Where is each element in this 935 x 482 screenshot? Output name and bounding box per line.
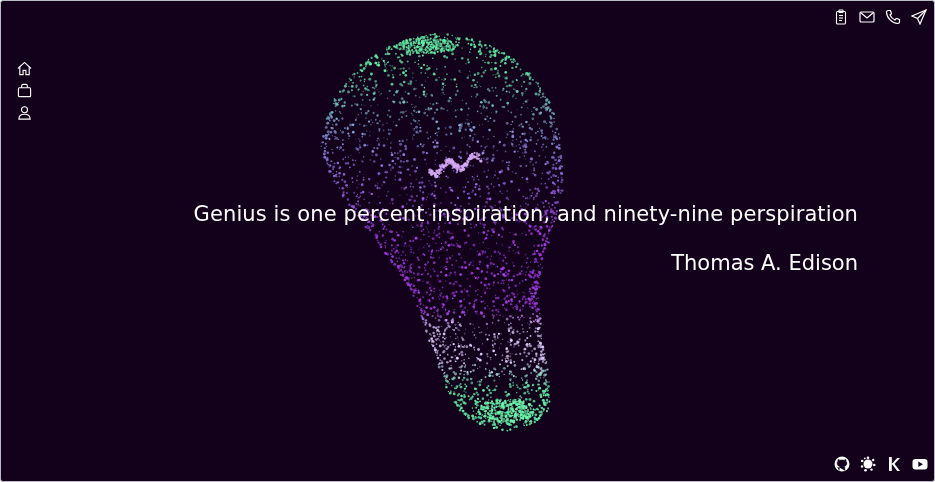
bag-icon (17, 83, 32, 98)
kaggle-icon (886, 456, 902, 472)
page: Genius is one percent inspiration, and n… (0, 0, 935, 482)
youtube-link[interactable] (912, 456, 928, 472)
github-link[interactable] (834, 456, 850, 472)
youtube-icon (912, 456, 928, 472)
kaggle-link[interactable] (886, 456, 902, 472)
quote: Genius is one percent inspiration, and n… (61, 25, 934, 278)
home-nav-item[interactable] (17, 61, 61, 76)
portfolio-nav-item[interactable] (17, 83, 61, 98)
phone-link[interactable] (885, 9, 901, 25)
clipboard-icon (833, 9, 849, 25)
social-bar (1, 455, 934, 481)
about-nav-item[interactable] (17, 105, 61, 120)
quote-author: Thomas A. Edison (61, 250, 858, 277)
home-icon (17, 61, 32, 76)
email-link[interactable] (859, 9, 875, 25)
phone-icon (885, 9, 901, 25)
send-icon (911, 9, 927, 25)
content: Genius is one percent inspiration, and n… (1, 1, 934, 481)
telegram-link[interactable] (911, 9, 927, 25)
envelope-icon (859, 9, 875, 25)
main-area: Genius is one percent inspiration, and n… (1, 25, 934, 455)
lightbulb-particles (1, 1, 935, 482)
contact-bar (1, 1, 934, 25)
github-icon (834, 456, 850, 472)
quote-text: Genius is one percent inspiration, and n… (61, 201, 858, 228)
side-nav (1, 25, 61, 120)
blog-link[interactable] (860, 456, 876, 472)
resume-link[interactable] (833, 9, 849, 25)
person-icon (17, 105, 32, 120)
splat-icon (860, 456, 876, 472)
